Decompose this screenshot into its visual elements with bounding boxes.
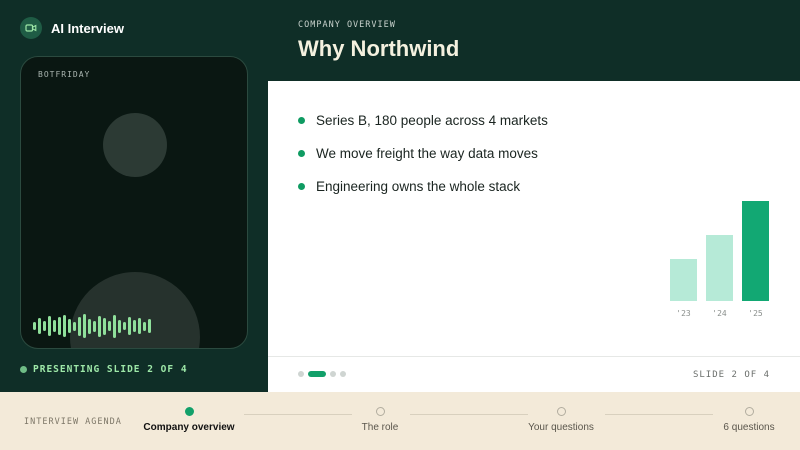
step-dot-icon <box>556 407 566 416</box>
bullet-text: We move freight the way data moves <box>316 146 538 161</box>
slide-content: Series B, 180 people across 4 markets We… <box>268 81 800 392</box>
slide-header: COMPANY OVERVIEW Why Northwind <box>268 0 800 81</box>
step-label: Your questions <box>528 422 594 433</box>
participant-label: BOTFRIDAY <box>38 70 91 79</box>
video-camera-icon <box>20 17 42 39</box>
bullet-item: We move freight the way data moves <box>298 137 548 170</box>
agenda-step-company-overview[interactable]: Company overview <box>143 407 235 433</box>
app-brand: AI Interview <box>20 17 124 39</box>
waveform-bar <box>88 318 91 334</box>
bullet-item: Series B, 180 people across 4 markets <box>298 104 548 137</box>
waveform-bar <box>63 315 66 337</box>
presenting-label: PRESENTING SLIDE 2 OF 4 <box>33 364 188 375</box>
slide-counter: SLIDE 2 OF 4 <box>692 370 770 380</box>
bullet-dot-icon <box>298 150 305 157</box>
waveform-bar <box>138 318 141 334</box>
agenda-title: INTERVIEW AGENDA <box>24 417 122 427</box>
slide-divider <box>268 356 800 357</box>
waveform-bar <box>118 319 121 333</box>
video-panel: AI Interview BOTFRIDAY PRESENTING SLIDE … <box>0 0 268 392</box>
waveform-bar <box>108 321 111 331</box>
chart-tick-label: '24 <box>712 309 727 318</box>
step-label: Company overview <box>143 422 235 433</box>
step-dot-icon <box>184 407 194 416</box>
slide-pager[interactable] <box>298 371 346 377</box>
app-title: AI Interview <box>51 20 124 36</box>
bullet-text: Series B, 180 people across 4 markets <box>316 113 548 128</box>
participant-video: BOTFRIDAY <box>20 56 248 349</box>
status-dot-icon <box>20 366 27 373</box>
growth-bar-chart: '23 '24 '25 <box>670 201 769 318</box>
waveform-bar <box>78 316 81 336</box>
agenda-connector <box>410 414 528 415</box>
waveform-bar <box>48 316 51 336</box>
waveform-bar <box>93 320 96 332</box>
agenda-step-6-questions[interactable]: 6 questions <box>720 407 778 433</box>
chart-tick-label: '23 <box>676 309 691 318</box>
bullet-list: Series B, 180 people across 4 markets We… <box>298 104 548 203</box>
bullet-item: Engineering owns the whole stack <box>298 170 548 203</box>
waveform-bar <box>73 321 76 331</box>
pager-dot[interactable] <box>340 371 346 377</box>
slide-eyebrow: COMPANY OVERVIEW <box>298 20 396 30</box>
agenda-step-the-role[interactable]: The role <box>350 407 410 433</box>
waveform-bar <box>83 314 86 338</box>
slide-title: Why Northwind <box>298 36 460 61</box>
waveform-bar <box>148 319 151 333</box>
step-dot-icon <box>744 407 754 416</box>
waveform-bar <box>58 317 61 335</box>
bullet-text: Engineering owns the whole stack <box>316 179 521 194</box>
waveform-bar <box>33 322 36 330</box>
waveform-bar <box>123 322 126 330</box>
presenting-status: PRESENTING SLIDE 2 OF 4 <box>20 364 188 375</box>
avatar-head <box>103 113 167 177</box>
waveform-bar <box>68 319 71 333</box>
chart-bar <box>670 259 697 301</box>
agenda-connector <box>605 414 713 415</box>
step-dot-icon <box>375 407 385 416</box>
waveform-bar <box>38 318 41 334</box>
pager-dot[interactable] <box>298 371 304 377</box>
step-label: The role <box>361 422 399 433</box>
bullet-dot-icon <box>298 183 305 190</box>
pager-dot[interactable] <box>330 371 336 377</box>
interview-agenda: INTERVIEW AGENDA Company overview The ro… <box>0 392 800 450</box>
step-label: 6 questions <box>723 422 775 433</box>
waveform-bar <box>143 321 146 331</box>
audio-waveform <box>33 312 151 340</box>
agenda-step-your-questions[interactable]: Your questions <box>526 407 596 433</box>
chart-bar <box>742 201 769 301</box>
waveform-bar <box>128 317 131 335</box>
chart-tick-label: '25 <box>748 309 763 318</box>
waveform-bar <box>133 320 136 332</box>
agenda-connector <box>244 414 352 415</box>
waveform-bar <box>113 314 116 338</box>
pager-dot[interactable] <box>308 371 326 377</box>
waveform-bar <box>43 321 46 331</box>
waveform-bar <box>53 320 56 332</box>
bullet-dot-icon <box>298 117 305 124</box>
waveform-bar <box>103 317 106 335</box>
chart-bar <box>706 235 733 301</box>
waveform-bar <box>98 315 101 337</box>
